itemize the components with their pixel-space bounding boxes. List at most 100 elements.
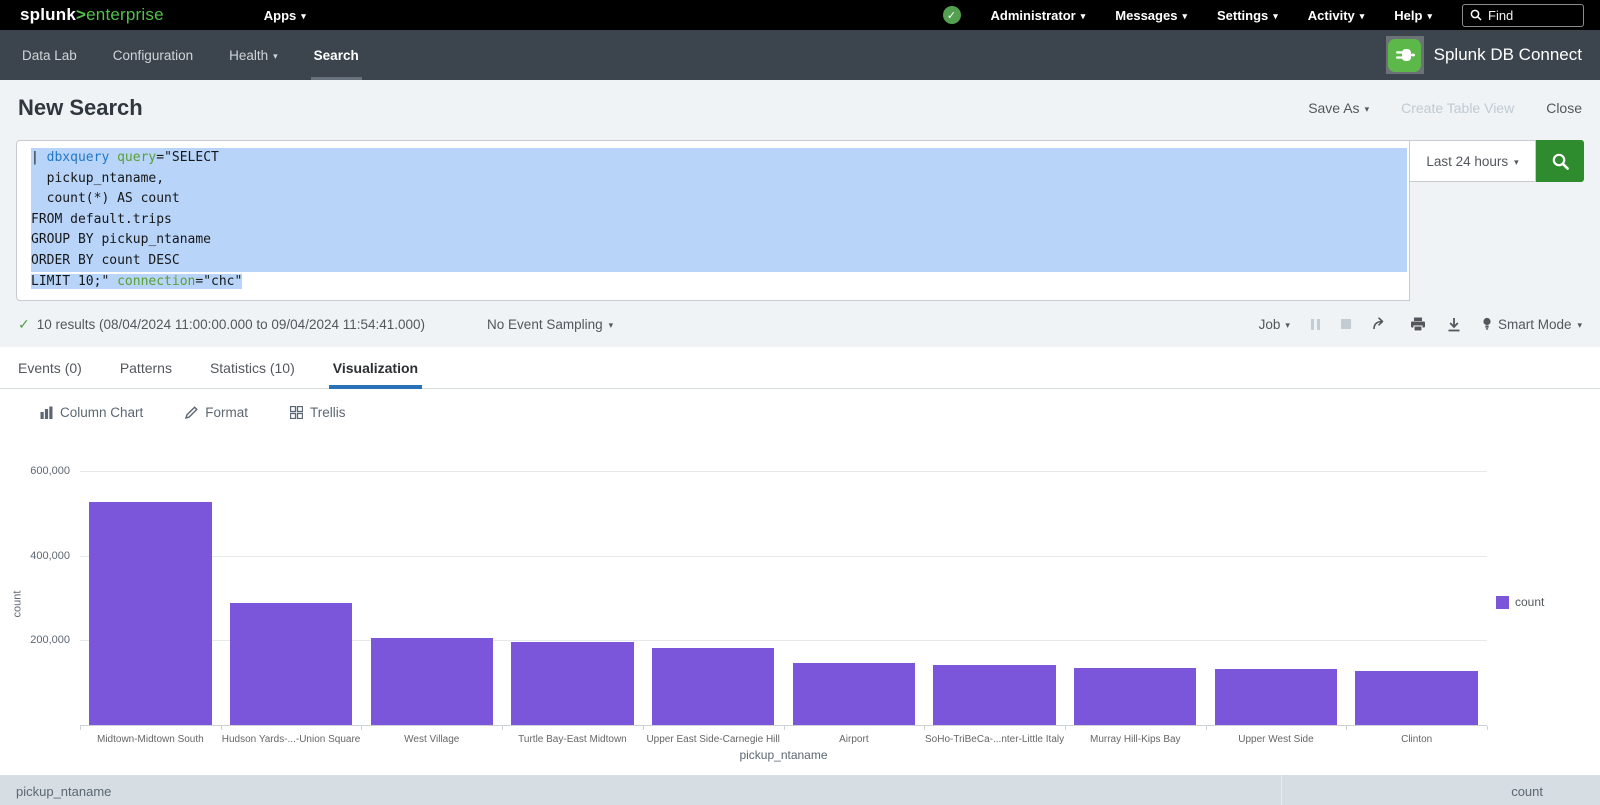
search-mode-label: Smart Mode <box>1498 317 1572 332</box>
x-axis-label: Midtown-Midtown South <box>80 734 221 745</box>
share-icon[interactable] <box>1372 317 1389 331</box>
close-button[interactable]: Close <box>1546 100 1582 116</box>
app-nav-label: Search <box>314 48 359 63</box>
app-bar: Data Lab Configuration Health▾ Search Splun… <box>0 30 1600 80</box>
query-line-7: LIMIT 10;" connection="chc" <box>31 272 1407 293</box>
caret-down-icon: ▾ <box>301 12 306 21</box>
tab-events-0[interactable]: Events (0) <box>18 347 82 388</box>
y-axis-tick-label: 400,000 <box>30 550 70 562</box>
menu-administrator[interactable]: Administrator ▾ <box>991 8 1086 23</box>
column-bar-7[interactable] <box>933 665 1055 725</box>
job-status-bar: ✓ 10 results (08/04/2024 11:00:00.000 to… <box>0 301 1600 347</box>
format-button[interactable]: Format <box>185 405 248 420</box>
job-label: Job <box>1259 317 1281 332</box>
x-axis-label: Clinton <box>1346 734 1487 745</box>
y-axis-tick-label: 600,000 <box>30 465 70 477</box>
query-line-1: | dbxquery query="SELECT <box>31 148 1407 169</box>
caret-down-icon: ▾ <box>1365 105 1370 114</box>
tab-patterns[interactable]: Patterns <box>120 347 172 388</box>
save-as-button[interactable]: Save As ▾ <box>1308 100 1369 116</box>
column-bar-4[interactable] <box>511 642 633 725</box>
event-sampling-menu[interactable]: No Event Sampling ▾ <box>487 317 613 332</box>
x-axis-title: pickup_ntaname <box>80 748 1487 762</box>
chart-type-picker[interactable]: Column Chart <box>40 405 143 420</box>
x-axis-tick <box>80 726 81 730</box>
trellis-button[interactable]: Trellis <box>290 405 346 420</box>
chart-plot: 200,000400,000600,000 <box>80 471 1487 726</box>
column-bar-8[interactable] <box>1074 668 1196 725</box>
viz-toolbar: Column Chart Format Trellis <box>0 389 1600 435</box>
chart-type-label: Column Chart <box>60 405 143 420</box>
search-query-input[interactable]: | dbxquery query="SELECT pickup_ntaname,… <box>16 140 1410 301</box>
column-bar-5[interactable] <box>652 648 774 725</box>
bulb-icon <box>1482 317 1492 331</box>
x-axis-tick <box>502 726 503 730</box>
menu-settings[interactable]: Settings ▾ <box>1217 8 1278 23</box>
top-bar: splunk>enterprise Apps ▾ ✓ Administrator… <box>0 0 1600 30</box>
page-title: New Search <box>18 95 143 121</box>
splunk-logo[interactable]: splunk>enterprise <box>20 5 164 25</box>
menu-help-label: Help <box>1394 8 1422 23</box>
statistics-table-header: pickup_ntaname count <box>0 775 1600 805</box>
column-bar-9[interactable] <box>1215 669 1337 725</box>
menu-activity[interactable]: Activity ▾ <box>1308 8 1365 23</box>
x-axis-tick <box>221 726 222 730</box>
menu-settings-label: Settings <box>1217 8 1268 23</box>
x-axis-labels: Midtown-Midtown SouthHudson Yards-...-Un… <box>80 734 1487 745</box>
app-nav-label: Health <box>229 48 268 63</box>
tab-visualization[interactable]: Visualization <box>333 347 418 388</box>
app-nav-search[interactable]: Search <box>296 30 377 80</box>
search-mode-menu[interactable]: Smart Mode ▾ <box>1482 317 1582 332</box>
caret-down-icon: ▾ <box>1427 12 1432 21</box>
job-menu[interactable]: Job ▾ <box>1259 317 1290 332</box>
menu-messages[interactable]: Messages ▾ <box>1115 8 1187 23</box>
x-axis-tick <box>1487 726 1488 730</box>
x-axis-label: Upper West Side <box>1206 734 1347 745</box>
db-connect-icon <box>1386 36 1424 74</box>
column-bar-2[interactable] <box>230 603 352 725</box>
caret-down-icon: ▾ <box>1577 321 1582 330</box>
x-axis-label: SoHo-TriBeCa-...nter-Little Italy <box>924 734 1065 745</box>
x-axis-tick <box>361 726 362 730</box>
query-line-2: pickup_ntaname, <box>31 169 1407 190</box>
column-bar-1[interactable] <box>89 502 211 725</box>
export-icon[interactable] <box>1447 317 1461 332</box>
query-line-4: FROM default.trips <box>31 210 1407 231</box>
app-nav-label: Data Lab <box>22 48 77 63</box>
page-header: New Search Save As ▾ Create Table View C… <box>0 80 1600 136</box>
column-chart-icon <box>40 406 53 419</box>
event-sampling-label: No Event Sampling <box>487 317 603 332</box>
health-ok-icon[interactable]: ✓ <box>943 6 961 24</box>
table-header-count[interactable]: count <box>1511 784 1543 799</box>
column-bar-10[interactable] <box>1355 671 1477 725</box>
column-bar-6[interactable] <box>793 663 915 726</box>
menu-apps-label: Apps <box>264 8 297 23</box>
x-axis-label: Turtle Bay-East Midtown <box>502 734 643 745</box>
menu-help[interactable]: Help ▾ <box>1394 8 1432 23</box>
y-axis-tick-label: 200,000 <box>30 634 70 646</box>
query-line-5: GROUP BY pickup_ntaname <box>31 230 1407 251</box>
x-axis-tick <box>924 726 925 730</box>
app-title: Splunk DB Connect <box>1386 30 1596 80</box>
menu-apps[interactable]: Apps ▾ <box>264 8 306 23</box>
table-header-pickup-ntaname[interactable]: pickup_ntaname <box>16 784 111 799</box>
tab-statistics-10[interactable]: Statistics (10) <box>210 347 295 388</box>
column-bar-3[interactable] <box>371 638 493 726</box>
app-nav-health[interactable]: Health▾ <box>211 30 296 80</box>
find-input[interactable] <box>1488 8 1572 23</box>
app-nav-label: Configuration <box>113 48 193 63</box>
legend-swatch <box>1496 596 1509 609</box>
time-range-label: Last 24 hours <box>1426 154 1508 169</box>
app-nav-configuration[interactable]: Configuration <box>95 30 211 80</box>
time-range-picker[interactable]: Last 24 hours ▾ <box>1410 140 1536 182</box>
search-submit-button[interactable] <box>1536 140 1584 182</box>
x-axis-label: West Village <box>361 734 502 745</box>
query-line-3: count(*) AS count <box>31 189 1407 210</box>
app-nav-data-lab[interactable]: Data Lab <box>4 30 95 80</box>
chart-legend[interactable]: count <box>1496 595 1544 609</box>
trellis-grid-icon <box>290 406 303 419</box>
format-label: Format <box>205 405 248 420</box>
search-icon <box>1470 9 1482 21</box>
find-search-box[interactable] <box>1462 4 1584 27</box>
print-icon[interactable] <box>1410 317 1426 332</box>
